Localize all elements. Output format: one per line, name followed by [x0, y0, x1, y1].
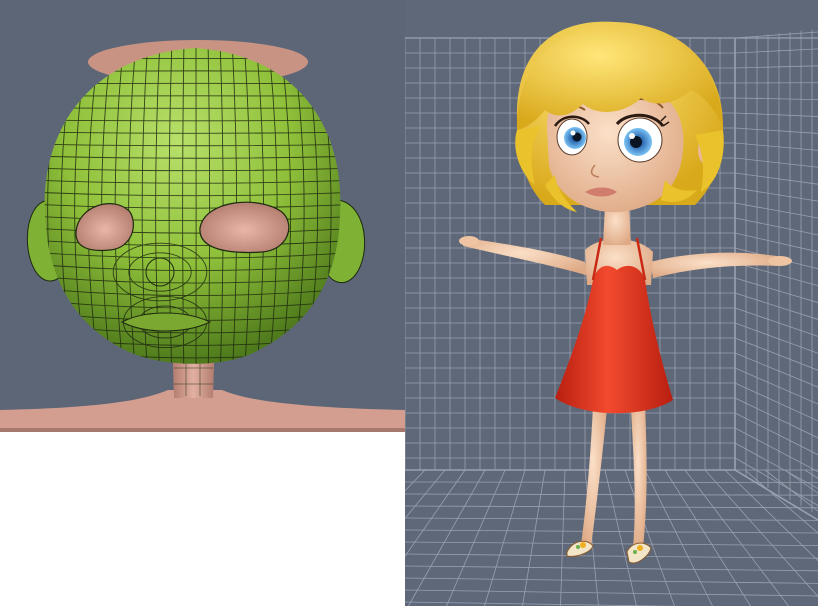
- left-hand: [459, 236, 479, 246]
- right-hand: [768, 256, 792, 266]
- character-illustration: [405, 0, 818, 606]
- character-view: [405, 0, 818, 606]
- face-mesh-illustration: [0, 0, 405, 606]
- face-mesh-view: [0, 0, 405, 606]
- right-eye-hole: [199, 201, 290, 254]
